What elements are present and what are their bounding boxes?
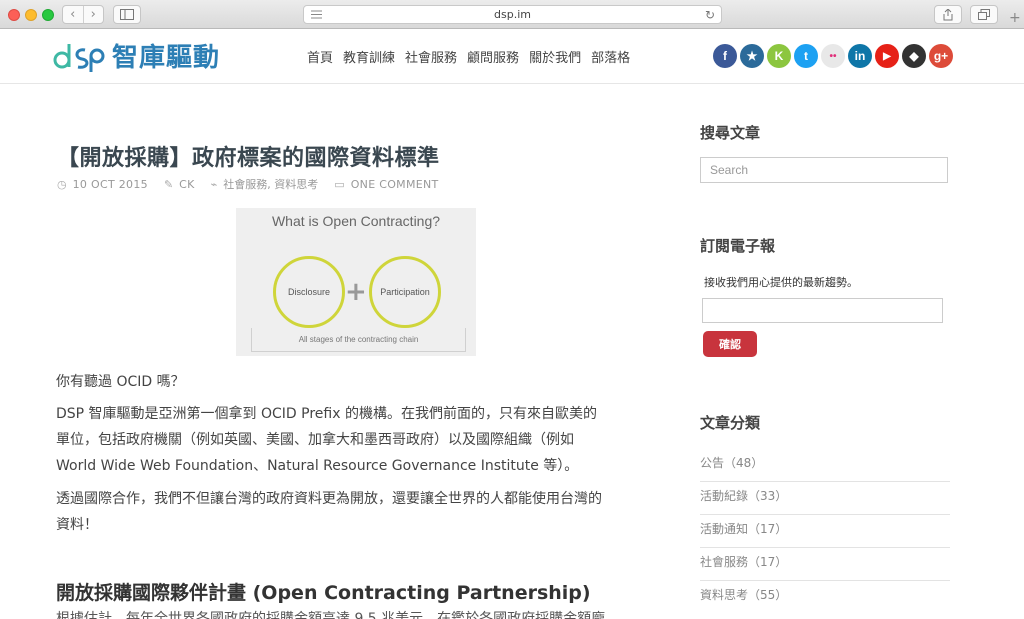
nav-blog[interactable]: 部落格 xyxy=(591,47,630,66)
clock-icon: ◷ xyxy=(57,177,67,191)
plus-icon: + xyxy=(345,277,367,307)
google-plus-icon[interactable]: g+ xyxy=(929,44,953,68)
address-bar[interactable]: dsp.im ↻ xyxy=(303,5,722,24)
zoom-window-button[interactable] xyxy=(42,9,54,21)
paragraph-4-partial: 根據估計，每年全世界各國政府的採購金額高達 9.5 兆美元，在鑑於各國政府採購金… xyxy=(56,611,606,619)
nav-home[interactable]: 首頁 xyxy=(307,47,333,66)
post-author[interactable]: CK xyxy=(179,178,195,191)
tag-icon: ⌁ xyxy=(210,177,218,191)
category-item[interactable]: 活動紀錄（33） xyxy=(700,482,950,515)
back-button[interactable]: ‹ xyxy=(63,6,83,23)
url-text: dsp.im xyxy=(494,8,531,21)
browser-toolbar: ‹ › dsp.im ↻ + xyxy=(0,0,1024,29)
share-icon xyxy=(943,8,953,20)
forward-button[interactable]: › xyxy=(82,6,104,23)
figure-title: What is Open Contracting? xyxy=(271,213,441,229)
post-title[interactable]: 【開放採購】政府標案的國際資料標準 xyxy=(57,140,440,172)
nav-consulting[interactable]: 顧問服務 xyxy=(467,47,519,66)
paragraph-3-line: 資料！ xyxy=(56,517,98,533)
sidebar-toggle-button[interactable] xyxy=(113,5,141,24)
category-item[interactable]: 活動通知（17） xyxy=(700,515,950,548)
github-icon[interactable]: ◆ xyxy=(902,44,926,68)
paragraph-2-line: DSP 智庫驅動是亞洲第一個拿到 OCID Prefix 的機構。在我們前面的，… xyxy=(56,406,597,422)
category-item[interactable]: 資料思考（55） xyxy=(700,581,950,614)
tabs-icon xyxy=(978,9,990,20)
post-meta: ◷ 10 OCT 2015 ✎ CK ⌁ 社會服務, 資料思考 ▭ ONE CO… xyxy=(57,176,439,192)
tabs-button[interactable] xyxy=(970,5,998,24)
chevron-left-icon: ‹ xyxy=(70,7,76,22)
search-input[interactable]: Search xyxy=(700,157,948,183)
paragraph-2: DSP 智庫驅動是亞洲第一個拿到 OCID Prefix 的機構。在我們前面的，… xyxy=(56,401,597,479)
category-item[interactable]: 公告（48） xyxy=(700,449,950,482)
post-comments-link[interactable]: ONE COMMENT xyxy=(351,178,439,191)
post-date: 10 OCT 2015 xyxy=(72,177,148,191)
participation-circle: Participation xyxy=(369,256,441,328)
badge-icon[interactable]: ★ xyxy=(740,44,764,68)
kktix-icon[interactable]: K xyxy=(767,44,791,68)
flickr-icon[interactable]: •• xyxy=(821,44,845,68)
categories-widget-title: 文章分類 xyxy=(700,414,761,432)
new-tab-icon[interactable]: + xyxy=(1009,10,1021,26)
site-header: 智庫驅動 首頁 教育訓練 社會服務 顧問服務 關於我們 部落格 f ★ K t … xyxy=(0,30,1024,84)
comment-icon: ▭ xyxy=(334,177,345,191)
disclosure-circle: Disclosure xyxy=(273,256,345,328)
subscribe-widget-title: 訂閱電子報 xyxy=(700,237,776,255)
paragraph-1: 你有聽過 OCID 嗎？ xyxy=(56,374,185,390)
youtube-icon[interactable]: ▶ xyxy=(875,44,899,68)
main-nav: 首頁 教育訓練 社會服務 顧問服務 關於我們 部落格 xyxy=(307,47,630,66)
dsp-logo-icon xyxy=(53,44,105,72)
paragraph-2-line: World Wide Web Foundation、Natural Resour… xyxy=(56,458,579,474)
nav-education[interactable]: 教育訓練 xyxy=(343,47,395,66)
share-button[interactable] xyxy=(934,5,962,24)
social-links: f ★ K t •• in ▶ ◆ g+ xyxy=(713,44,953,68)
subscribe-description: 接收我們用心提供的最新趨勢。 xyxy=(704,276,858,289)
email-field[interactable] xyxy=(702,298,943,323)
sidebar-icon xyxy=(120,9,134,20)
participation-label: Participation xyxy=(380,287,430,297)
reader-menu-icon xyxy=(311,10,322,19)
disclosure-label: Disclosure xyxy=(287,287,330,297)
paragraph-3-line: 透過國際合作，我們不但讓台灣的政府資料更為開放，還要讓全世界的人都能使用台灣的 xyxy=(56,491,602,507)
facebook-icon[interactable]: f xyxy=(713,44,737,68)
minimize-window-button[interactable] xyxy=(25,9,37,21)
pencil-icon: ✎ xyxy=(163,177,174,191)
site-logo[interactable]: 智庫驅動 xyxy=(52,36,220,74)
confirm-button[interactable]: 確認 xyxy=(703,331,757,357)
paragraph-2-line: 單位，包括政府機關（例如英國、美國、加拿大和墨西哥政府）以及國際組織（例如 xyxy=(56,432,574,448)
chevron-right-icon: › xyxy=(90,7,96,22)
close-window-button[interactable] xyxy=(8,9,20,21)
search-widget-title: 搜尋文章 xyxy=(700,124,761,142)
post-image: What is Open Contracting? Disclosure + P… xyxy=(236,208,476,356)
page-content: 【開放採購】政府標案的國際資料標準 ◷ 10 OCT 2015 ✎ CK ⌁ 社… xyxy=(0,85,1024,619)
post-categories[interactable]: 社會服務, 資料思考 xyxy=(223,176,318,192)
figure-caption: All stages of the contracting chain xyxy=(251,328,466,352)
linkedin-icon[interactable]: in xyxy=(848,44,872,68)
category-item[interactable]: 社會服務（17） xyxy=(700,548,950,581)
history-nav: ‹ › xyxy=(62,5,104,24)
logo-text: 智庫驅動 xyxy=(112,42,221,73)
paragraph-3: 透過國際合作，我們不但讓台灣的政府資料更為開放，還要讓全世界的人都能使用台灣的 … xyxy=(56,486,602,538)
category-list: 公告（48） 活動紀錄（33） 活動通知（17） 社會服務（17） 資料思考（5… xyxy=(700,449,950,614)
nav-social-service[interactable]: 社會服務 xyxy=(405,47,457,66)
reload-icon[interactable]: ↻ xyxy=(705,8,715,22)
nav-about[interactable]: 關於我們 xyxy=(529,47,581,66)
twitter-icon[interactable]: t xyxy=(794,44,818,68)
section-heading: 開放採購國際夥伴計畫 (Open Contracting Partnership… xyxy=(56,582,591,604)
